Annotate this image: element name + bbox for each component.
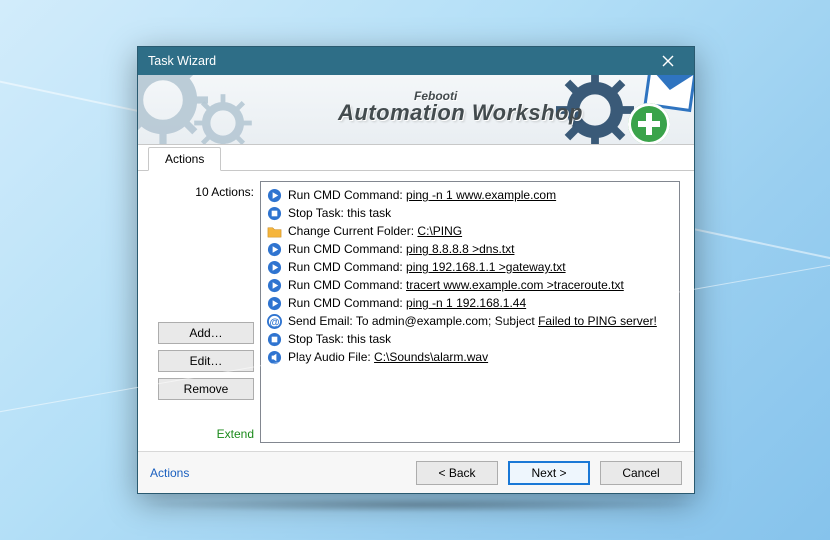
desktop-background: Task Wizard — [0, 0, 830, 540]
action-text: Run CMD Command: ping 8.8.8.8 >dns.txt — [288, 240, 514, 258]
edit-button[interactable]: Edit… — [158, 350, 254, 372]
action-link[interactable]: ping -n 1 192.168.1.44 — [406, 296, 526, 310]
action-row[interactable]: @ Send Email: To admin@example.com; Subje… — [267, 312, 673, 330]
action-row[interactable]: Run CMD Command: ping -n 1 www.example.c… — [267, 186, 673, 204]
gear-icon — [193, 93, 253, 145]
action-prefix: Run CMD Command: — [288, 278, 406, 292]
mail-icon: @ — [267, 314, 282, 329]
action-text: Stop Task: this task — [288, 204, 391, 222]
action-link[interactable]: C:\Sounds\alarm.wav — [374, 350, 488, 364]
action-plain: this task — [347, 332, 391, 346]
banner-text: Febooti Automation Workshop — [338, 89, 583, 126]
footer: Actions < Back Next > Cancel — [138, 451, 694, 493]
action-row[interactable]: Stop Task: this task — [267, 330, 673, 348]
action-text: Change Current Folder: C:\PING — [288, 222, 462, 240]
action-text: Run CMD Command: ping -n 1 www.example.c… — [288, 186, 556, 204]
cancel-button[interactable]: Cancel — [600, 461, 682, 485]
action-link[interactable]: C:\PING — [417, 224, 462, 238]
window-title: Task Wizard — [148, 54, 648, 68]
action-text: Run CMD Command: ping -n 1 192.168.1.44 — [288, 294, 526, 312]
action-row[interactable]: Play Audio File: C:\Sounds\alarm.wav — [267, 348, 673, 366]
action-row[interactable]: Run CMD Command: ping 8.8.8.8 >dns.txt — [267, 240, 673, 258]
action-plain: this task — [347, 206, 391, 220]
action-prefix: Play Audio File: — [288, 350, 374, 364]
tabstrip: Actions — [138, 145, 694, 171]
play-icon — [267, 260, 282, 275]
stop-icon — [267, 332, 282, 347]
close-icon — [662, 55, 674, 67]
add-button[interactable]: Add… — [158, 322, 254, 344]
next-button[interactable]: Next > — [508, 461, 590, 485]
action-text: Run CMD Command: tracert www.example.com… — [288, 276, 624, 294]
banner: Febooti Automation Workshop — [138, 75, 694, 145]
action-link[interactable]: Failed to PING server! — [538, 314, 657, 328]
banner-title: Automation Workshop — [338, 100, 583, 126]
action-text: Play Audio File: C:\Sounds\alarm.wav — [288, 348, 488, 366]
tab-label: Actions — [165, 152, 204, 166]
action-prefix: Stop Task: — [288, 206, 347, 220]
play-icon — [267, 188, 282, 203]
svg-text:@: @ — [269, 317, 279, 328]
action-text: Run CMD Command: ping 192.168.1.1 >gatew… — [288, 258, 566, 276]
left-column: 10 Actions: Add… Edit… Remove Extend — [152, 181, 260, 443]
folder-icon — [267, 224, 282, 239]
play-icon — [267, 242, 282, 257]
actions-listbox[interactable]: Run CMD Command: ping -n 1 www.example.c… — [260, 181, 680, 443]
stop-icon — [267, 206, 282, 221]
content-area: 10 Actions: Add… Edit… Remove Extend Run… — [138, 171, 694, 451]
action-row[interactable]: Run CMD Command: ping -n 1 192.168.1.44 — [267, 294, 673, 312]
action-row[interactable]: Change Current Folder: C:\PING — [267, 222, 673, 240]
play-icon — [267, 296, 282, 311]
titlebar: Task Wizard — [138, 47, 694, 75]
action-link[interactable]: tracert www.example.com >traceroute.txt — [406, 278, 624, 292]
action-link[interactable]: ping 192.168.1.1 >gateway.txt — [406, 260, 566, 274]
action-prefix: Stop Task: — [288, 332, 347, 346]
action-link[interactable]: ping 8.8.8.8 >dns.txt — [406, 242, 514, 256]
action-row[interactable]: Run CMD Command: tracert www.example.com… — [267, 276, 673, 294]
action-prefix: Send Email: To — [288, 314, 372, 328]
action-text: Send Email: To admin@example.com; Subjec… — [288, 312, 657, 330]
actions-count-label: 10 Actions: — [152, 181, 260, 199]
remove-button[interactable]: Remove — [158, 378, 254, 400]
extend-link[interactable]: Extend — [152, 427, 260, 443]
tab-actions[interactable]: Actions — [148, 147, 221, 171]
action-row[interactable]: Run CMD Command: ping 192.168.1.1 >gatew… — [267, 258, 673, 276]
action-prefix: Run CMD Command: — [288, 260, 406, 274]
action-plain: admin@example.com; Subject — [372, 314, 538, 328]
action-prefix: Run CMD Command: — [288, 188, 406, 202]
action-link[interactable]: ping -n 1 www.example.com — [406, 188, 556, 202]
action-text: Stop Task: this task — [288, 330, 391, 348]
task-wizard-window: Task Wizard — [137, 46, 695, 494]
action-prefix: Run CMD Command: — [288, 242, 406, 256]
close-button[interactable] — [648, 50, 688, 72]
action-row[interactable]: Stop Task: this task — [267, 204, 673, 222]
audio-icon — [267, 350, 282, 365]
action-prefix: Run CMD Command: — [288, 296, 406, 310]
play-icon — [267, 278, 282, 293]
action-prefix: Change Current Folder: — [288, 224, 417, 238]
help-link[interactable]: Actions — [150, 466, 189, 480]
plus-icon — [628, 103, 670, 145]
window-shadow — [140, 498, 700, 513]
back-button[interactable]: < Back — [416, 461, 498, 485]
